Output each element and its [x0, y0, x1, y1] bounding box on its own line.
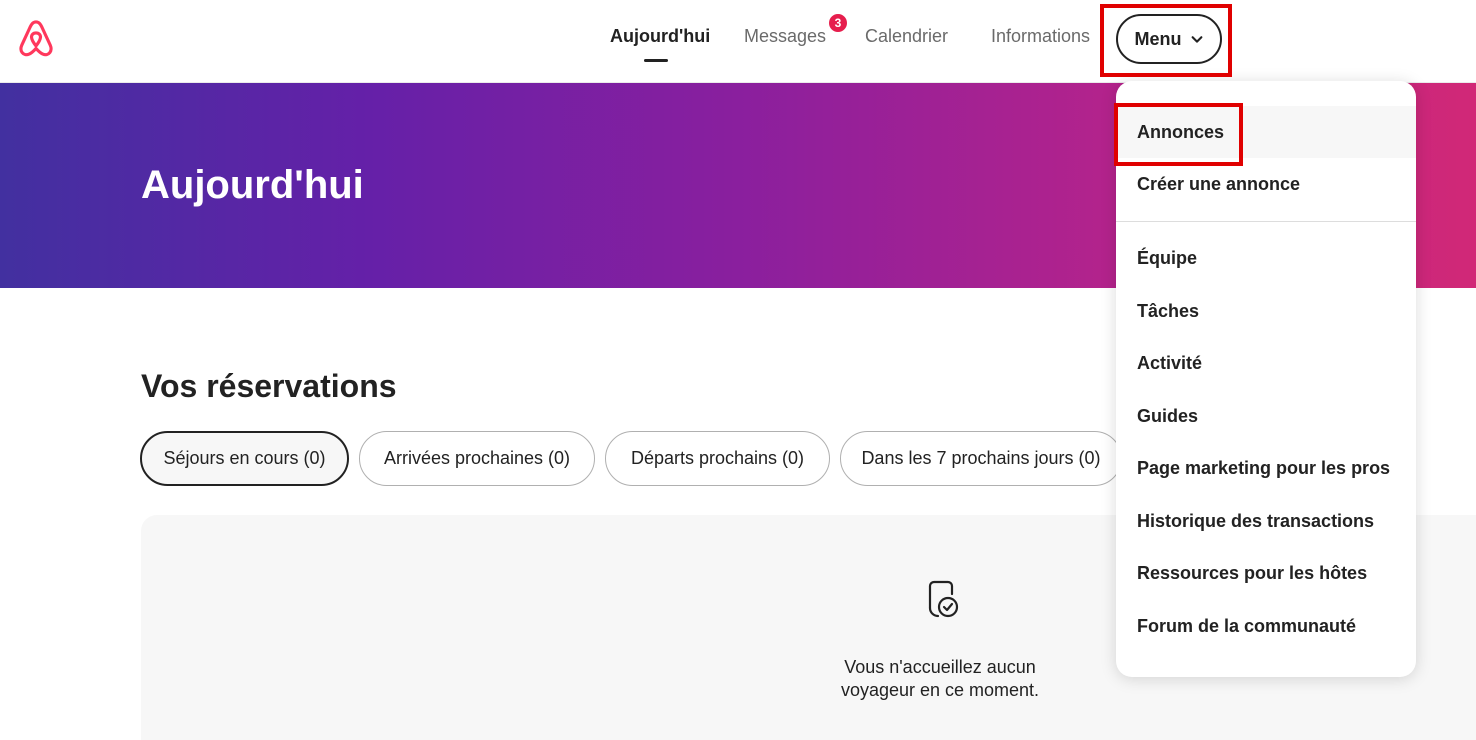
nav-messages[interactable]: Messages — [744, 26, 826, 47]
menu-item-team[interactable]: Équipe — [1116, 232, 1416, 284]
filter-chip-upcoming-arrivals[interactable]: Arrivées prochaines (0) — [359, 431, 595, 486]
menu-item-transaction-history[interactable]: Historique des transactions — [1116, 495, 1416, 547]
reservations-title: Vos réservations — [141, 368, 397, 404]
menu-divider — [1116, 221, 1416, 222]
nav-information[interactable]: Informations — [991, 26, 1090, 47]
menu-item-create-listing[interactable]: Créer une annonce — [1116, 158, 1416, 210]
filter-chip-next-7-days[interactable]: Dans les 7 prochains jours (0) — [840, 431, 1122, 486]
messages-badge: 3 — [827, 12, 849, 34]
filter-chip-current-stays[interactable]: Séjours en cours (0) — [140, 431, 349, 486]
menu-item-guides[interactable]: Guides — [1116, 390, 1416, 442]
filter-chip-upcoming-departures[interactable]: Départs prochains (0) — [605, 431, 830, 486]
nav-today[interactable]: Aujourd'hui — [610, 26, 710, 47]
menu-button[interactable]: Menu — [1116, 14, 1222, 64]
menu-dropdown: Annonces Créer une annonce Équipe Tâches… — [1116, 81, 1416, 677]
top-header: Aujourd'hui Messages 3 Calendrier Inform… — [0, 0, 1476, 83]
nav-active-indicator — [644, 59, 668, 62]
menu-item-activity[interactable]: Activité — [1116, 337, 1416, 389]
menu-item-community-forum[interactable]: Forum de la communauté — [1116, 600, 1416, 652]
chevron-down-icon — [1191, 36, 1202, 43]
menu-item-host-resources[interactable]: Ressources pour les hôtes — [1116, 547, 1416, 599]
empty-state-message: Vous n'accueillez aucun voyageur en ce m… — [790, 656, 1090, 702]
airbnb-logo-icon[interactable] — [15, 18, 57, 60]
checked-document-icon — [928, 580, 959, 618]
menu-button-label: Menu — [1134, 28, 1182, 49]
nav-calendar[interactable]: Calendrier — [865, 26, 948, 47]
page-title: Aujourd'hui — [141, 163, 364, 207]
empty-state-line-1: Vous n'accueillez aucun — [844, 657, 1036, 677]
menu-item-listings[interactable]: Annonces — [1116, 106, 1416, 158]
empty-state-line-2: voyageur en ce moment. — [840, 680, 1040, 700]
menu-item-pro-marketing[interactable]: Page marketing pour les pros — [1116, 442, 1416, 494]
menu-item-tasks[interactable]: Tâches — [1116, 285, 1416, 337]
